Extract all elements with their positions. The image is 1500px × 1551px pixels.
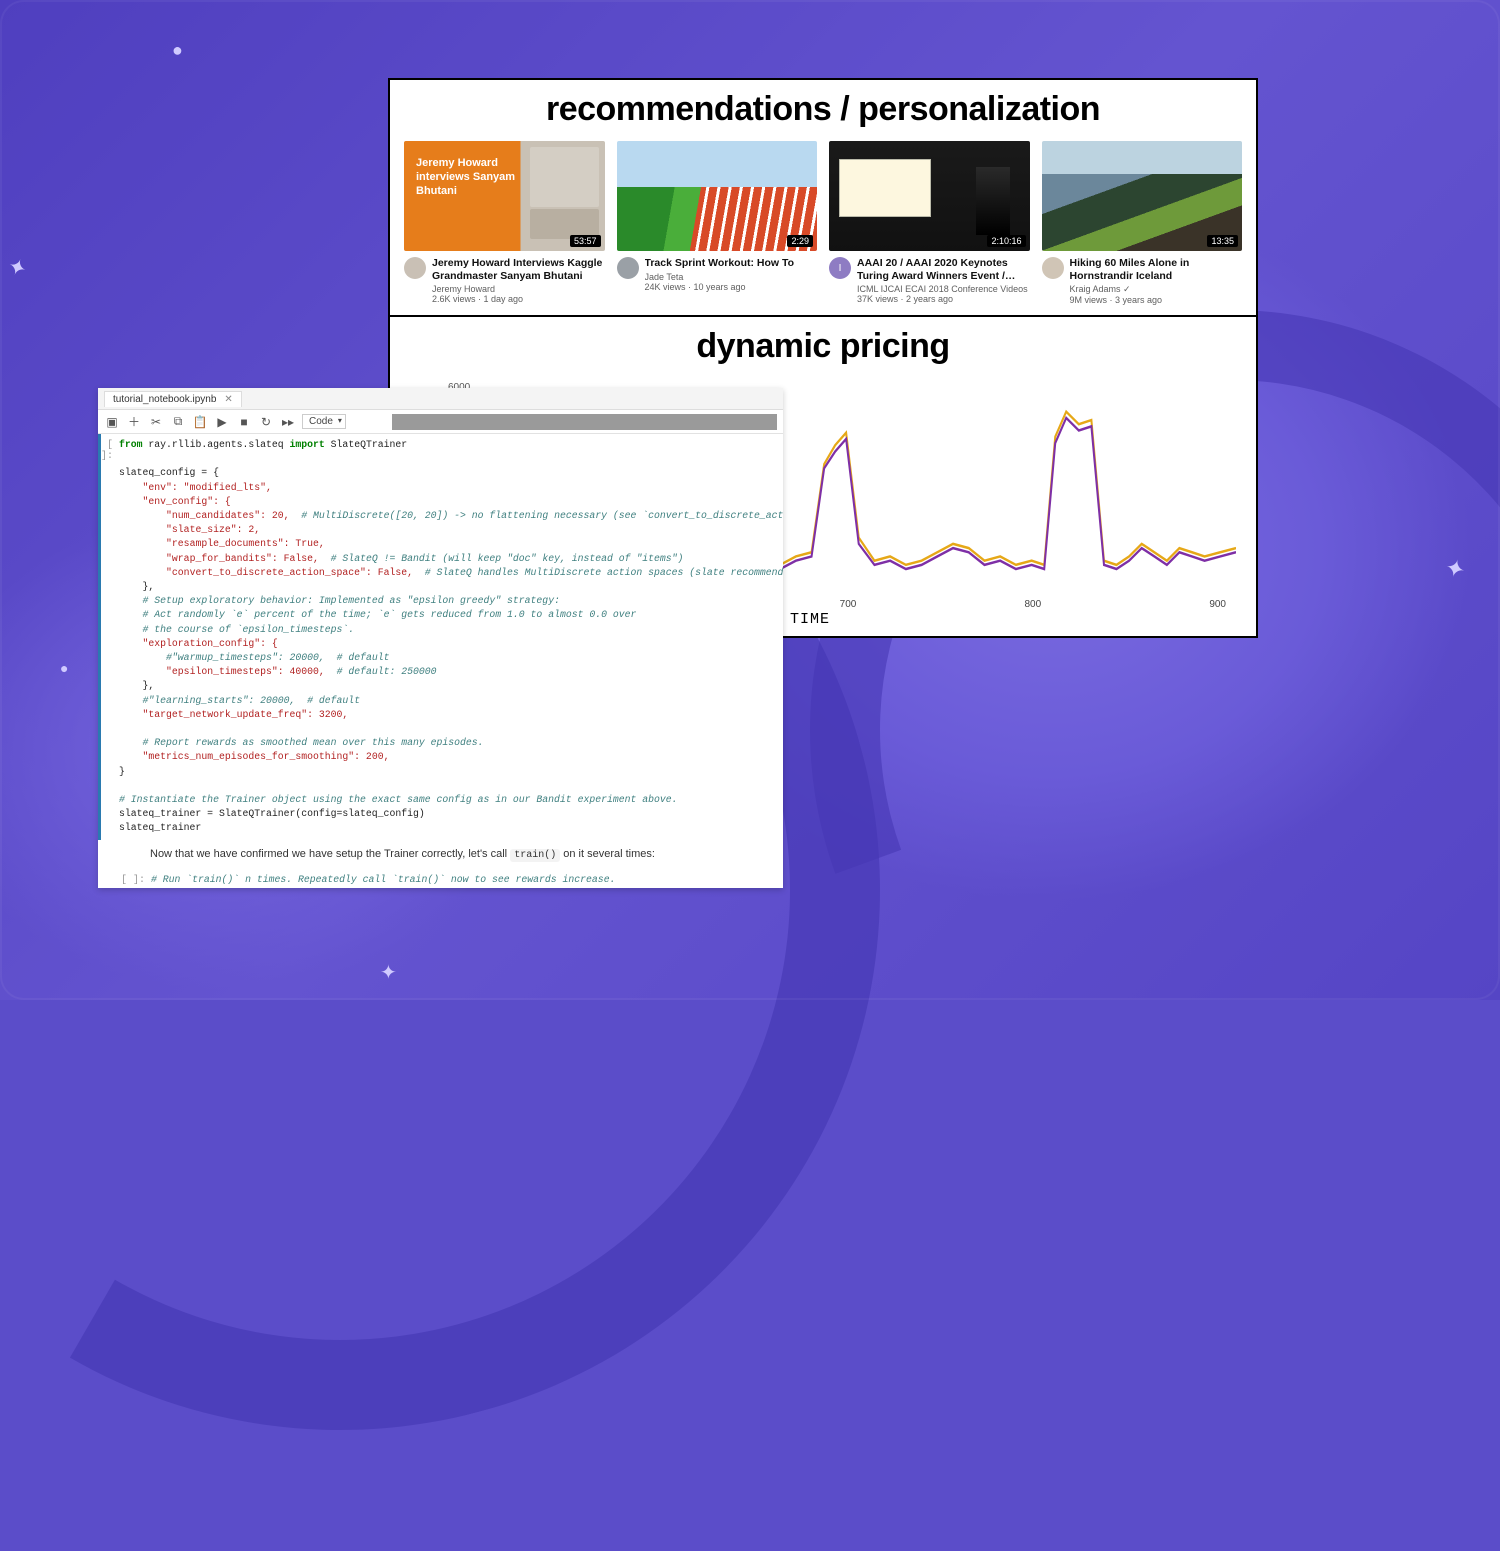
code-content[interactable]: # Run `train()` n times. Repeatedly call… (145, 873, 615, 888)
notebook-tab-label: tutorial_notebook.ipynb (113, 394, 216, 405)
channel-name[interactable]: Jade Teta (645, 272, 795, 282)
video-row: Jeremy Howard interviews Sanyam Bhutani … (390, 135, 1256, 315)
close-icon[interactable]: ✕ (224, 394, 232, 405)
save-icon[interactable]: ▣ (104, 415, 120, 429)
channel-avatar[interactable] (1042, 257, 1064, 279)
restart-icon[interactable]: ↻ (258, 415, 274, 429)
video-title[interactable]: Hiking 60 Miles Alone in Hornstrandir Ic… (1070, 257, 1243, 282)
run-icon[interactable]: ▶ (214, 415, 230, 429)
video-item[interactable]: 13:35 Hiking 60 Miles Alone in Hornstran… (1042, 141, 1243, 305)
video-item[interactable]: Jeremy Howard interviews Sanyam Bhutani … (404, 141, 605, 305)
video-thumbnail[interactable]: 2:29 (617, 141, 818, 251)
video-item[interactable]: 2:10:16 I AAAI 20 / AAAI 2020 Keynotes T… (829, 141, 1030, 305)
cell-prompt: [ ]: (101, 873, 145, 888)
markdown-cell: Now that we have confirmed we have setup… (98, 840, 783, 869)
copy-icon[interactable]: ⧉ (170, 414, 186, 429)
video-stats: 37K views · 2 years ago (857, 294, 1030, 304)
notebook-tabbar: tutorial_notebook.ipynb ✕ (98, 388, 783, 410)
duration-badge: 53:57 (570, 235, 601, 247)
channel-name[interactable]: Jeremy Howard (432, 284, 605, 294)
run-all-icon[interactable]: ▸▸ (280, 415, 296, 429)
video-stats: 9M views · 3 years ago (1070, 295, 1243, 305)
star-decor: ● (172, 40, 183, 61)
star-decor: ● (60, 660, 68, 676)
chart-xlabel: TIME (790, 611, 830, 628)
video-thumbnail[interactable]: Jeremy Howard interviews Sanyam Bhutani … (404, 141, 605, 251)
dynamic-pricing-heading: dynamic pricing (390, 317, 1256, 372)
duration-badge: 2:29 (787, 235, 813, 247)
star-decor: ✦ (380, 960, 397, 985)
channel-avatar[interactable] (617, 257, 639, 279)
recommendations-heading: recommendations / personalization (390, 80, 1256, 135)
video-title[interactable]: Jeremy Howard Interviews Kaggle Grandmas… (432, 257, 605, 282)
video-item[interactable]: 2:29 Track Sprint Workout: How To Jade T… (617, 141, 818, 305)
cell-type-select[interactable]: Code (302, 414, 346, 429)
toolbar-spacer (392, 414, 777, 430)
video-title[interactable]: Track Sprint Workout: How To (645, 257, 795, 270)
stop-icon[interactable]: ■ (236, 415, 252, 429)
code-cell[interactable]: [ ]: from ray.rllib.agents.slateq import… (98, 434, 783, 840)
duration-badge: 13:35 (1207, 235, 1238, 247)
channel-name[interactable]: Kraig Adams ✓ (1070, 284, 1243, 295)
notebook-toolbar: ▣ ＋ ✂ ⧉ 📋 ▶ ■ ↻ ▸▸ Code (98, 410, 783, 434)
channel-avatar[interactable]: I (829, 257, 851, 279)
code-cell[interactable]: [ ]: # Run `train()` n times. Repeatedly… (98, 869, 783, 888)
paste-icon[interactable]: 📋 (192, 415, 208, 429)
cell-prompt: [ ]: (101, 438, 113, 836)
channel-avatar[interactable] (404, 257, 426, 279)
video-title[interactable]: AAAI 20 / AAAI 2020 Keynotes Turing Awar… (857, 257, 1030, 282)
video-stats: 24K views · 10 years ago (645, 282, 795, 292)
notebook-tab[interactable]: tutorial_notebook.ipynb ✕ (104, 391, 242, 407)
video-thumbnail[interactable]: 2:10:16 (829, 141, 1030, 251)
code-content[interactable]: from ray.rllib.agents.slateq import Slat… (113, 438, 783, 836)
channel-name[interactable]: ICML IJCAI ECAI 2018 Conference Videos (857, 284, 1030, 294)
inline-code: train() (510, 849, 560, 862)
duration-badge: 2:10:16 (987, 235, 1025, 247)
video-thumbnail[interactable]: 13:35 (1042, 141, 1243, 251)
jupyter-notebook: tutorial_notebook.ipynb ✕ ▣ ＋ ✂ ⧉ 📋 ▶ ■ … (98, 388, 783, 888)
cut-icon[interactable]: ✂ (148, 415, 164, 429)
video-stats: 2.6K views · 1 day ago (432, 294, 605, 304)
add-cell-icon[interactable]: ＋ (126, 413, 142, 430)
